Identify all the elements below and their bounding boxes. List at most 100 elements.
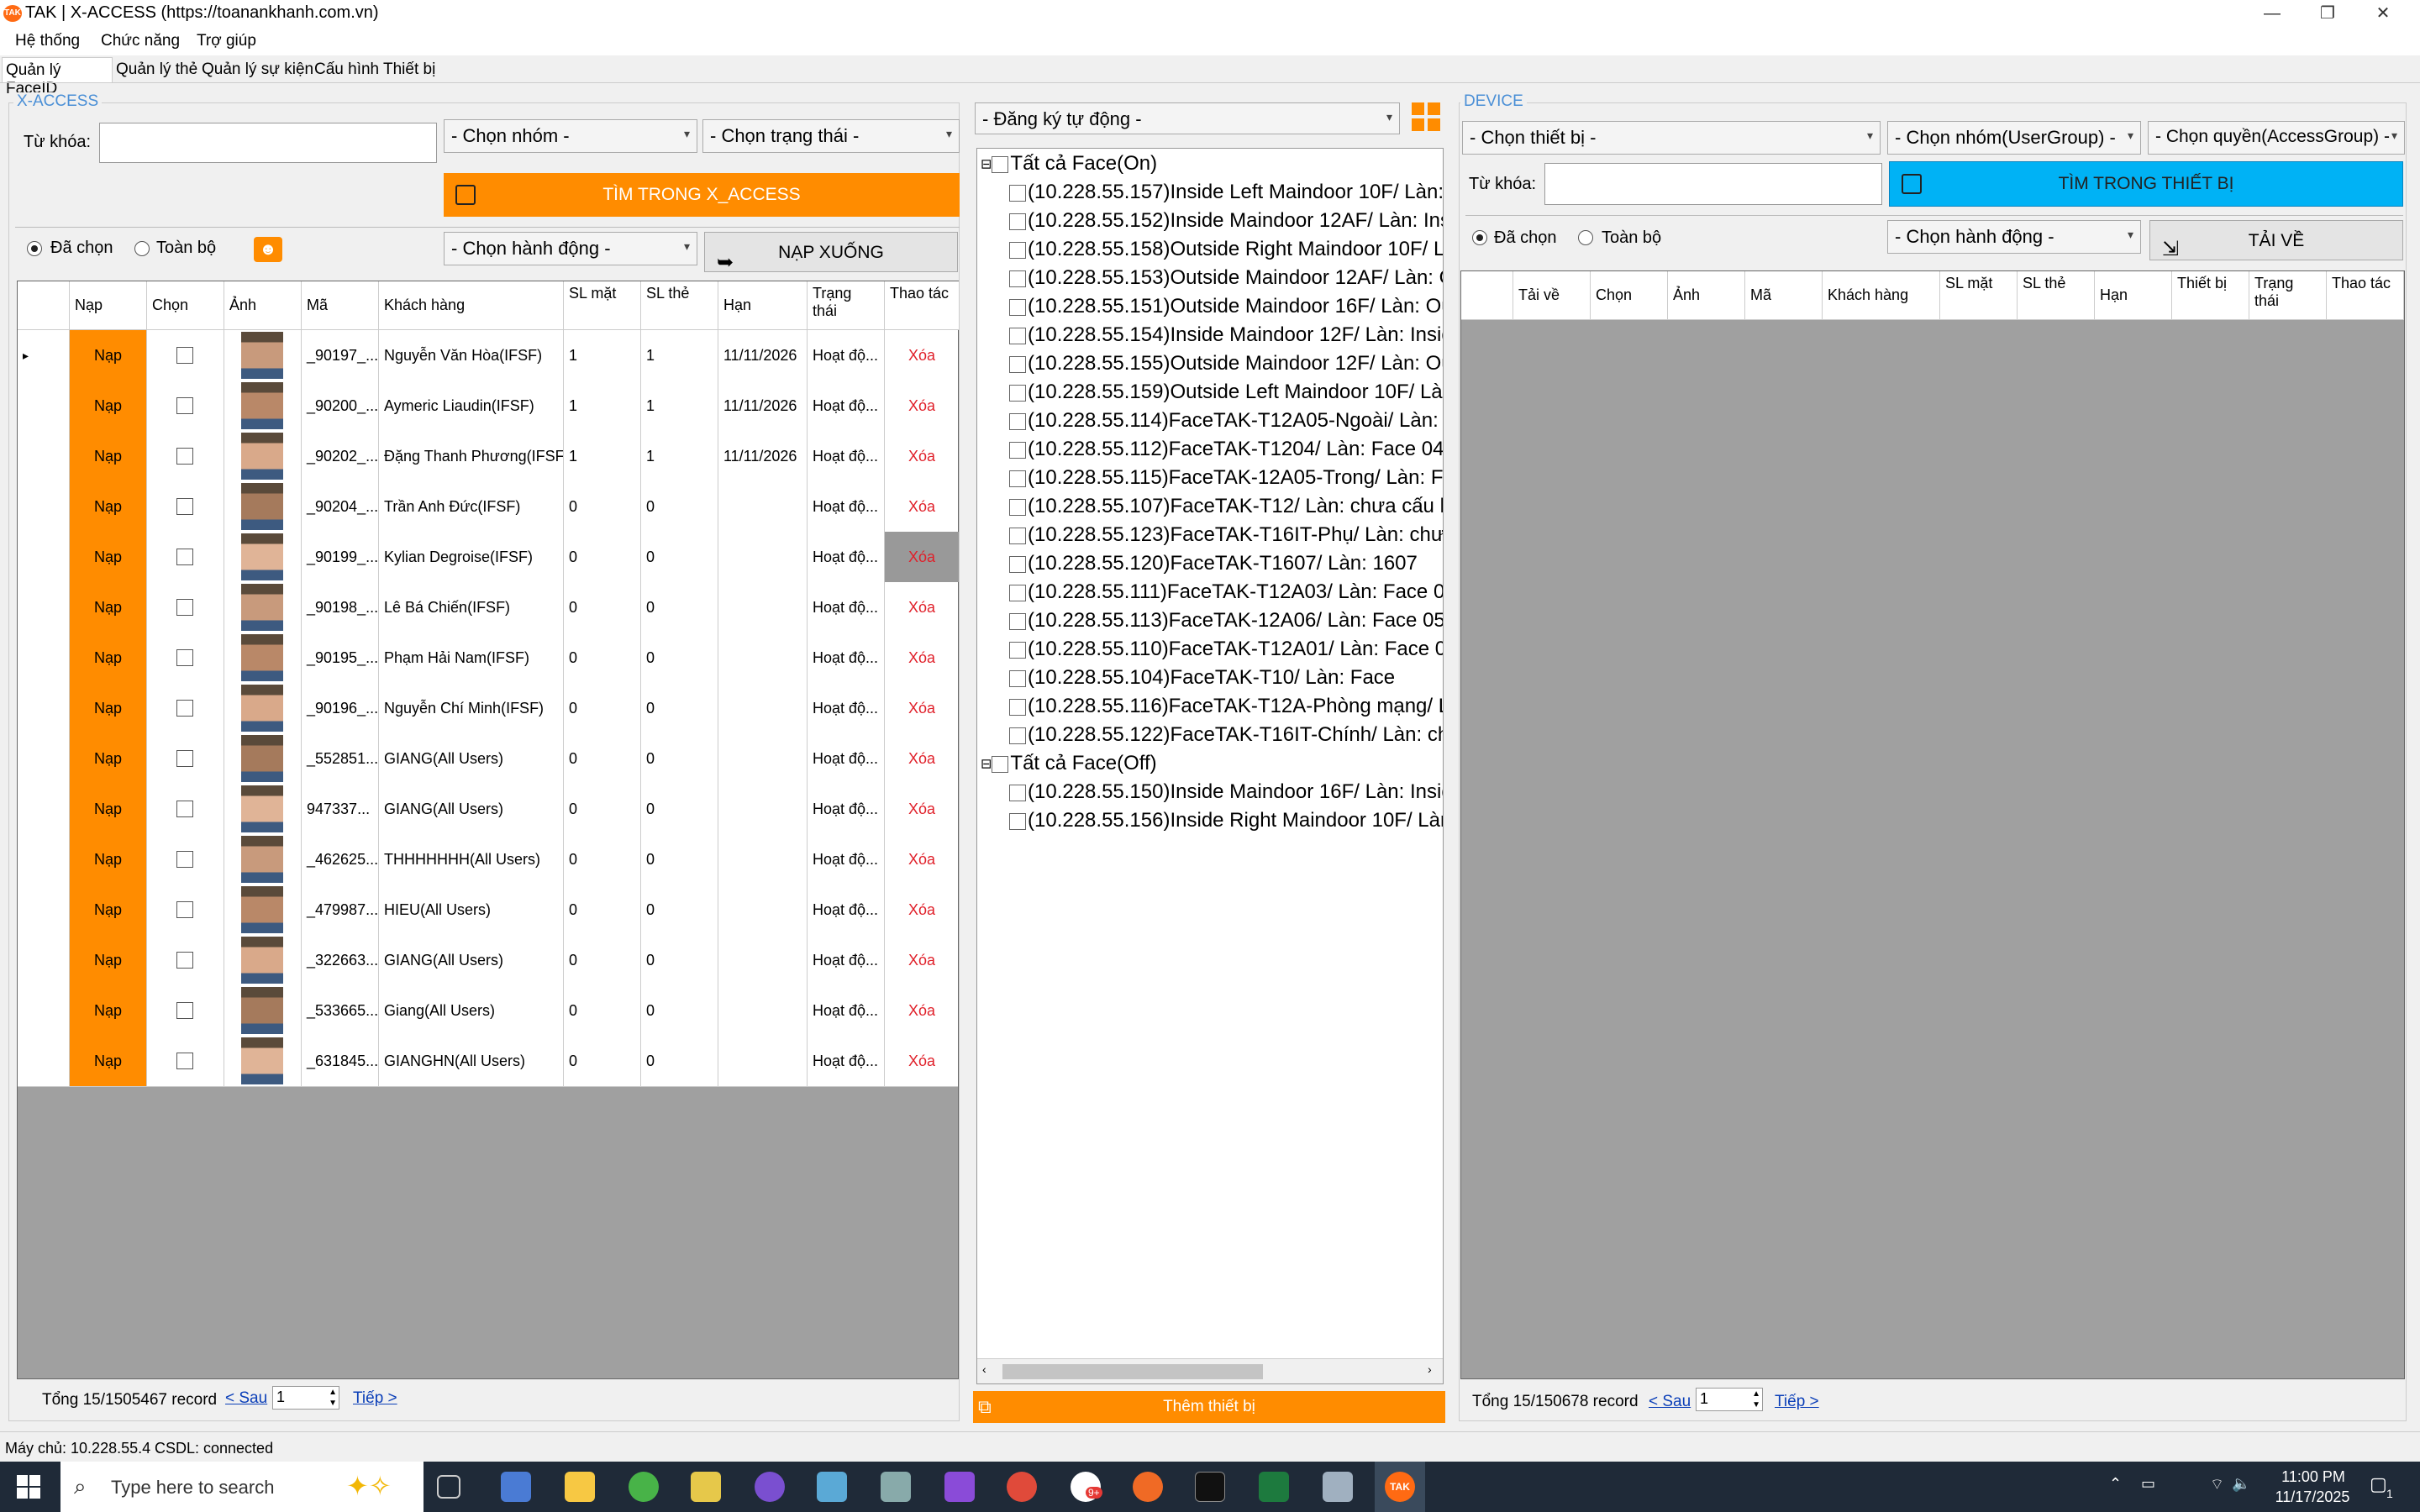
add-device-button[interactable]: ⧉ Thêm thiết bị [973, 1391, 1445, 1423]
row-checkbox[interactable] [176, 397, 193, 414]
close-button[interactable]: ✕ [2358, 0, 2408, 27]
scroll-right-icon[interactable]: › [1428, 1362, 1432, 1376]
upload-cell[interactable]: Nạp [70, 885, 147, 935]
radio-all[interactable] [134, 241, 150, 256]
delete-cell[interactable]: Xóa [885, 532, 960, 582]
right-prev-link[interactable]: < Sau [1649, 1393, 1691, 1411]
status-select[interactable]: - Chọn trạng thái - ▾ [702, 119, 960, 153]
messenger-icon[interactable]: 9+ [1071, 1472, 1102, 1502]
delete-cell[interactable]: Xóa [885, 935, 960, 985]
delete-cell[interactable]: Xóa [885, 330, 960, 381]
table-row[interactable]: Nạp _90199_... Kylian Degroise(IFSF) 0 0 Hoạt… [18, 532, 960, 583]
collapse-icon[interactable]: ⊟ [981, 758, 992, 772]
left-next-link[interactable]: Tiếp > [353, 1389, 397, 1408]
left-prev-link[interactable]: < Sau [225, 1389, 267, 1408]
row-header[interactable] [18, 481, 70, 532]
upload-cell[interactable]: Nạp [70, 633, 147, 683]
excel-icon[interactable] [1259, 1472, 1289, 1502]
upload-cell[interactable]: Nạp [70, 431, 147, 481]
tab-su-kien[interactable]: Quản lý sự kiện [198, 57, 317, 82]
group-select[interactable]: - Chọn nhóm - ▾ [444, 119, 697, 153]
spinner-icon[interactable]: ▲ ▼ [1752, 1389, 1760, 1410]
tree-device-node[interactable]: (10.228.55.114)FaceTAK-T12A05-Ngoài/ Làn… [1009, 409, 1443, 433]
table-row[interactable]: Nạp _90196_... Nguyễn Chí Minh(IFSF) 0 0 Hoạt… [18, 683, 960, 734]
table-row[interactable]: ▸ Nạp _90197_... Nguyễn Văn Hòa(IFSF) 1 1 11/1… [18, 330, 960, 381]
delete-cell[interactable]: Xóa [885, 481, 960, 532]
row-header[interactable] [18, 431, 70, 481]
upload-cell[interactable]: Nạp [70, 834, 147, 885]
scroll-thumb[interactable] [1002, 1364, 1263, 1379]
upload-cell[interactable]: Nạp [70, 935, 147, 985]
app-icon[interactable] [881, 1472, 911, 1502]
download-button[interactable]: ⇲ TẢI VỀ [2149, 220, 2403, 260]
notification-icon[interactable]: ▢ [2370, 1473, 2387, 1495]
tree-checkbox[interactable] [1009, 555, 1026, 573]
menu-tro-giup[interactable]: Trợ giúp [197, 32, 256, 50]
upload-cell[interactable]: Nạp [70, 582, 147, 633]
row-header[interactable]: ▸ [18, 330, 70, 381]
tree-checkbox[interactable] [1009, 498, 1026, 516]
tree-device-node[interactable]: (10.228.55.112)FaceTAK-T1204/ Làn: Face … [1009, 438, 1443, 461]
app-icon[interactable] [629, 1472, 659, 1502]
chrome-icon[interactable] [1007, 1472, 1037, 1502]
tree-device-node[interactable]: (10.228.55.113)FaceTAK-12A06/ Làn: Face … [1009, 609, 1443, 633]
row-checkbox[interactable] [176, 1053, 193, 1069]
delete-cell[interactable]: Xóa [885, 834, 960, 885]
table-row[interactable]: Nạp _90202_... Đặng Thanh Phương(IFSF) 1 1 11… [18, 431, 960, 482]
tab-the[interactable]: Quản lý thẻ [113, 57, 201, 82]
tree-device-node[interactable]: (10.228.55.115)FaceTAK-12A05-Trong/ Làn:… [1009, 466, 1443, 490]
visual-studio-icon[interactable] [944, 1472, 975, 1502]
upload-cell[interactable]: Nạp [70, 381, 147, 431]
upload-cell[interactable]: Nạp [70, 733, 147, 784]
volume-icon[interactable]: 🔈 [2232, 1475, 2250, 1493]
delete-cell[interactable]: Xóa [885, 733, 960, 784]
right-next-link[interactable]: Tiếp > [1775, 1393, 1819, 1411]
tree-checkbox[interactable] [1009, 412, 1026, 430]
upload-button[interactable]: ➥ NẠP XUỐNG [704, 232, 958, 274]
upload-cell[interactable]: Nạp [70, 784, 147, 834]
tree-device-node[interactable]: (10.228.55.154)Inside Maindoor 12F/ Làn:… [1009, 323, 1443, 347]
upload-cell[interactable]: Nạp [70, 1036, 147, 1086]
tree-checkbox[interactable] [1009, 669, 1026, 687]
table-row[interactable]: Nạp _322663... GIANG(All Users) 0 0 Hoạt độ..… [18, 935, 960, 986]
task-view-icon[interactable] [437, 1475, 460, 1499]
tree-device-node[interactable]: (10.228.55.123)FaceTAK-T16IT-Phụ/ Làn: c… [1009, 523, 1443, 547]
right-page-input[interactable]: 1 ▲ ▼ [1696, 1388, 1763, 1411]
row-checkbox[interactable] [176, 549, 193, 565]
tree-device-node[interactable]: (10.228.55.150)Inside Maindoor 16F/ Làn:… [1009, 780, 1443, 804]
left-page-input[interactable]: 1 ▲ ▼ [272, 1386, 339, 1410]
app-icon[interactable] [817, 1472, 847, 1502]
delete-cell[interactable]: Xóa [885, 683, 960, 733]
upload-cell[interactable]: Nạp [70, 330, 147, 381]
scroll-left-icon[interactable]: ‹ [982, 1362, 986, 1376]
minimize-button[interactable]: — [2247, 0, 2297, 27]
delete-cell[interactable]: Xóa [885, 784, 960, 834]
tree-checkbox[interactable] [1009, 384, 1026, 402]
clock-time[interactable]: 11:00 PM [2267, 1468, 2360, 1486]
tree-checkbox[interactable] [1009, 241, 1026, 259]
tab-cau-hinh[interactable]: Cấu hình [311, 57, 382, 82]
delete-cell[interactable]: Xóa [885, 381, 960, 431]
accessgroup-select[interactable]: - Chọn quyền(AccessGroup) - ▾ [2148, 121, 2405, 155]
tree-checkbox[interactable] [1009, 612, 1026, 630]
delete-cell[interactable]: Xóa [885, 633, 960, 683]
register-select[interactable]: - Đăng ký tự động - ▾ [975, 102, 1400, 134]
row-checkbox[interactable] [176, 700, 193, 717]
chevron-up-icon[interactable]: ⌃ [2109, 1475, 2122, 1493]
radio-selected[interactable] [27, 241, 42, 256]
add-user-icon[interactable]: ☻ [254, 237, 282, 262]
tree-checkbox[interactable] [1009, 784, 1026, 801]
tree-device-node[interactable]: (10.228.55.107)FaceTAK-T12/ Làn: chưa cấ… [1009, 495, 1443, 518]
tree-device-node[interactable]: (10.228.55.159)Outside Left Maindoor 10F… [1009, 381, 1443, 404]
file-explorer-icon[interactable] [565, 1472, 595, 1502]
delete-cell[interactable]: Xóa [885, 985, 960, 1036]
app-icon[interactable] [1323, 1472, 1353, 1502]
tree-device-node[interactable]: (10.228.55.153)Outside Maindoor 12AF/ Là… [1009, 266, 1443, 290]
row-header[interactable] [18, 985, 70, 1036]
tab-faceid[interactable]: Quản lý FaceID [2, 57, 113, 97]
row-header[interactable] [18, 784, 70, 834]
search-xaccess-button[interactable]: TÌM TRONG X_ACCESS [444, 173, 960, 217]
usergroup-select[interactable]: - Chọn nhóm(UserGroup) - ▾ [1887, 121, 2141, 155]
tree-device-node[interactable]: (10.228.55.156)Inside Right Maindoor 10F… [1009, 809, 1443, 832]
row-checkbox[interactable] [176, 801, 193, 817]
